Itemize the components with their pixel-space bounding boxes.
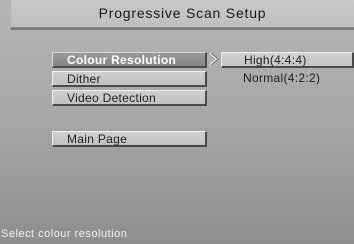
menu-item-colour-resolution[interactable]: Colour Resolution bbox=[52, 52, 207, 68]
page-title: Progressive Scan Setup bbox=[98, 5, 267, 21]
osd-screen: Progressive Scan Setup Colour Resolution… bbox=[0, 0, 354, 244]
title-bar: Progressive Scan Setup bbox=[11, 0, 354, 28]
menu-item-video-detection[interactable]: Video Detection bbox=[52, 90, 207, 106]
status-text: Select colour resolution bbox=[1, 228, 128, 240]
menu-item-main-page[interactable]: Main Page bbox=[52, 131, 207, 147]
chevron-right-icon bbox=[209, 52, 219, 66]
menu-item-dither[interactable]: Dither bbox=[52, 71, 207, 87]
option-high-444[interactable]: High(4:4:4) bbox=[221, 52, 354, 68]
option-normal-422[interactable]: Normal(4:2:2) bbox=[221, 71, 354, 87]
status-bar: Select colour resolution bbox=[0, 226, 354, 244]
